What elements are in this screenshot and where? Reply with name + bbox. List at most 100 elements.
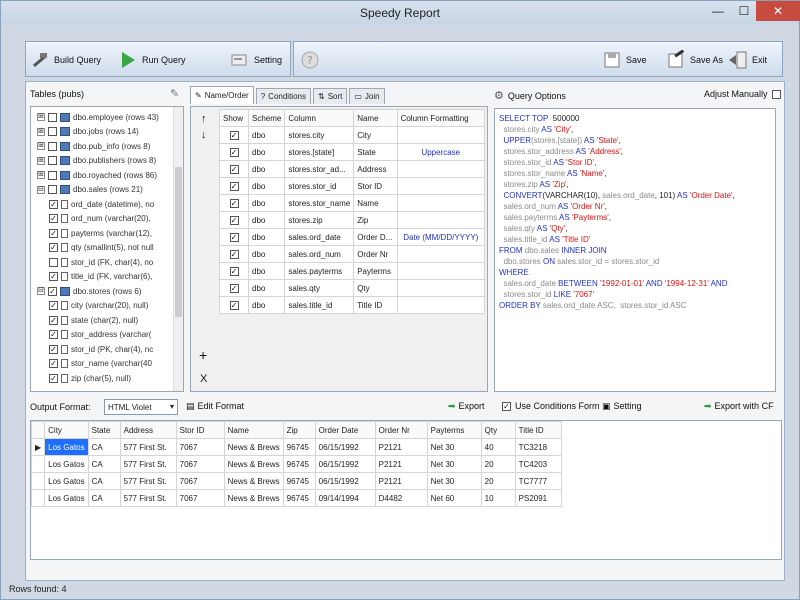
tree-checkbox[interactable] bbox=[48, 127, 57, 136]
tree-item[interactable]: ✓ zip (char(5), null) bbox=[49, 371, 131, 385]
results-column-header[interactable]: Stor ID bbox=[175, 421, 225, 439]
use-conditions-option[interactable]: ✓ Use Conditions Form bbox=[502, 401, 600, 411]
tree-item[interactable]: ⊞ dbo.employee (rows 43) bbox=[37, 110, 159, 124]
name-cell[interactable]: Order Nr bbox=[353, 245, 398, 263]
results-cell[interactable]: P2121 bbox=[374, 472, 428, 490]
tree-checkbox[interactable]: ✓ bbox=[49, 199, 58, 209]
show-checkbox[interactable]: ✓ bbox=[229, 181, 239, 191]
row-indicator[interactable]: ▶ bbox=[30, 438, 46, 456]
edit-format-button[interactable]: ▤ Edit Format bbox=[186, 401, 244, 412]
export-button[interactable]: ➡ Export bbox=[448, 401, 485, 412]
show-cell[interactable]: ✓ bbox=[218, 194, 250, 212]
expand-toggle[interactable]: ⊞ bbox=[37, 171, 45, 179]
results-cell[interactable]: 577 First St. bbox=[119, 438, 177, 456]
tree-checkbox[interactable]: ✓ bbox=[48, 286, 57, 296]
formatting-cell[interactable]: Date (MM/DD/YYYY) bbox=[396, 228, 486, 246]
export-cf-button[interactable]: ➡ Export with CF bbox=[704, 401, 774, 412]
results-cell[interactable]: CA bbox=[87, 455, 121, 473]
tree-checkbox[interactable]: ✓ bbox=[49, 359, 58, 368]
show-cell[interactable]: ✓ bbox=[218, 211, 250, 229]
tree-checkbox[interactable]: ✓ bbox=[49, 243, 58, 252]
formatting-cell[interactable] bbox=[396, 245, 486, 263]
setting-button[interactable]: Setting bbox=[230, 48, 282, 72]
build-query-button[interactable]: Build Query bbox=[30, 48, 101, 72]
adjust-manually-checkbox[interactable] bbox=[771, 89, 781, 99]
columns-row[interactable]: ✓ dbo sales.ord_date Order D... Date (MM/DD/… bbox=[218, 228, 486, 246]
formatting-cell[interactable] bbox=[396, 262, 486, 280]
column-cell[interactable]: stores.stor_id bbox=[284, 177, 355, 195]
name-cell[interactable]: City bbox=[353, 126, 398, 144]
tab-join[interactable]: ▭ Join bbox=[349, 88, 385, 104]
show-cell[interactable]: ✓ bbox=[218, 262, 250, 280]
tree-item[interactable]: ✓ city (varchar(20), null) bbox=[49, 299, 148, 313]
columns-row[interactable]: ✓ dbo stores.stor_ad... Address bbox=[218, 160, 486, 178]
scheme-cell[interactable]: dbo bbox=[248, 126, 286, 144]
tree-checkbox[interactable]: ✓ bbox=[49, 214, 58, 223]
results-column-header[interactable]: Order Date bbox=[314, 421, 376, 439]
results-cell[interactable]: 09/14/1994 bbox=[314, 489, 376, 507]
tree-checkbox[interactable]: ✓ bbox=[49, 228, 58, 238]
tree-checkbox[interactable] bbox=[49, 257, 58, 267]
results-cell[interactable]: Los Gatos bbox=[44, 438, 89, 456]
scheme-cell[interactable]: dbo bbox=[248, 279, 286, 297]
tree-checkbox[interactable]: ✓ bbox=[49, 272, 58, 281]
results-cell[interactable]: News & Brews bbox=[223, 489, 284, 507]
exit-button[interactable]: Exit bbox=[728, 48, 767, 72]
output-setting-button[interactable]: ▣ Setting bbox=[602, 401, 642, 412]
tree-checkbox[interactable] bbox=[48, 185, 57, 194]
show-checkbox[interactable]: ✓ bbox=[229, 249, 239, 259]
tree-item[interactable]: ✓ ord_date (datetime), no bbox=[49, 197, 154, 211]
scheme-cell[interactable]: dbo bbox=[248, 194, 286, 212]
results-cell[interactable]: News & Brews bbox=[223, 472, 284, 490]
name-cell[interactable]: State bbox=[353, 143, 398, 161]
results-row[interactable]: Los Gatos CA 577 First St. 7067 News & Brews… bbox=[30, 455, 562, 473]
tree-item[interactable]: ✓ stor_address (varchar( bbox=[49, 328, 151, 342]
results-cell[interactable]: 10 bbox=[480, 489, 516, 507]
expand-toggle[interactable]: ⊞ bbox=[37, 113, 45, 121]
results-cell[interactable]: 96745 bbox=[282, 455, 316, 473]
results-cell[interactable]: TC4203 bbox=[514, 455, 562, 473]
show-cell[interactable]: ✓ bbox=[218, 177, 250, 195]
show-checkbox[interactable]: ✓ bbox=[229, 266, 239, 276]
columns-row[interactable]: ✓ dbo sales.payterms Payterms bbox=[218, 262, 486, 280]
results-cell[interactable]: 20 bbox=[480, 455, 516, 473]
results-column-header[interactable]: Qty bbox=[480, 421, 516, 439]
save-as-button[interactable]: Save As bbox=[666, 48, 723, 72]
columns-row[interactable]: ✓ dbo sales.title_id Title ID bbox=[218, 296, 486, 314]
columns-row[interactable]: ✓ dbo sales.qty Qty bbox=[218, 279, 486, 297]
column-cell[interactable]: stores.stor_name bbox=[284, 194, 355, 212]
tree-checkbox[interactable]: ✓ bbox=[49, 315, 58, 325]
results-cell[interactable]: 40 bbox=[480, 438, 516, 456]
tree-item[interactable]: ✓ title_id (FK, varchar(6), bbox=[49, 270, 152, 284]
expand-toggle[interactable]: ⊞ bbox=[37, 142, 45, 150]
results-cell[interactable]: Net 30 bbox=[426, 472, 482, 490]
results-row[interactable]: ▶ Los Gatos CA 577 First St. 7067 News & Brew… bbox=[30, 438, 562, 456]
results-column-header[interactable]: City bbox=[44, 421, 89, 439]
column-cell[interactable]: stores.[state] bbox=[284, 143, 355, 161]
formatting-cell[interactable] bbox=[396, 194, 486, 212]
sql-editor[interactable]: SELECT TOP 500000 stores.city AS 'City',… bbox=[494, 108, 776, 392]
results-cell[interactable]: 577 First St. bbox=[119, 489, 177, 507]
results-cell[interactable]: 20 bbox=[480, 472, 516, 490]
row-indicator[interactable] bbox=[30, 455, 46, 473]
column-header[interactable]: Column Formatting bbox=[396, 109, 486, 127]
columns-row[interactable]: ✓ dbo stores.stor_id Stor ID bbox=[218, 177, 486, 195]
use-conditions-checkbox[interactable]: ✓ bbox=[502, 401, 511, 411]
show-checkbox[interactable]: ✓ bbox=[229, 147, 239, 157]
tree-item[interactable]: ✓ payterms (varchar(12), bbox=[49, 226, 152, 240]
formatting-cell[interactable] bbox=[396, 177, 486, 195]
tree-checkbox[interactable]: ✓ bbox=[49, 330, 58, 339]
scheme-cell[interactable]: dbo bbox=[248, 143, 286, 161]
results-column-header[interactable]: State bbox=[87, 421, 121, 439]
show-cell[interactable]: ✓ bbox=[218, 228, 250, 246]
tree-checkbox[interactable]: ✓ bbox=[49, 344, 58, 354]
scheme-cell[interactable]: dbo bbox=[248, 211, 286, 229]
show-checkbox[interactable]: ✓ bbox=[229, 300, 239, 310]
name-cell[interactable]: Address bbox=[353, 160, 398, 178]
tree-item[interactable]: stor_id (FK, char(4), no bbox=[49, 255, 153, 269]
scheme-cell[interactable]: dbo bbox=[248, 296, 286, 314]
results-cell[interactable]: 06/15/1992 bbox=[314, 455, 376, 473]
tree-checkbox[interactable] bbox=[48, 112, 57, 122]
columns-row[interactable]: ✓ dbo stores.city City bbox=[218, 126, 486, 144]
columns-row[interactable]: ✓ dbo stores.stor_name Name bbox=[218, 194, 486, 212]
